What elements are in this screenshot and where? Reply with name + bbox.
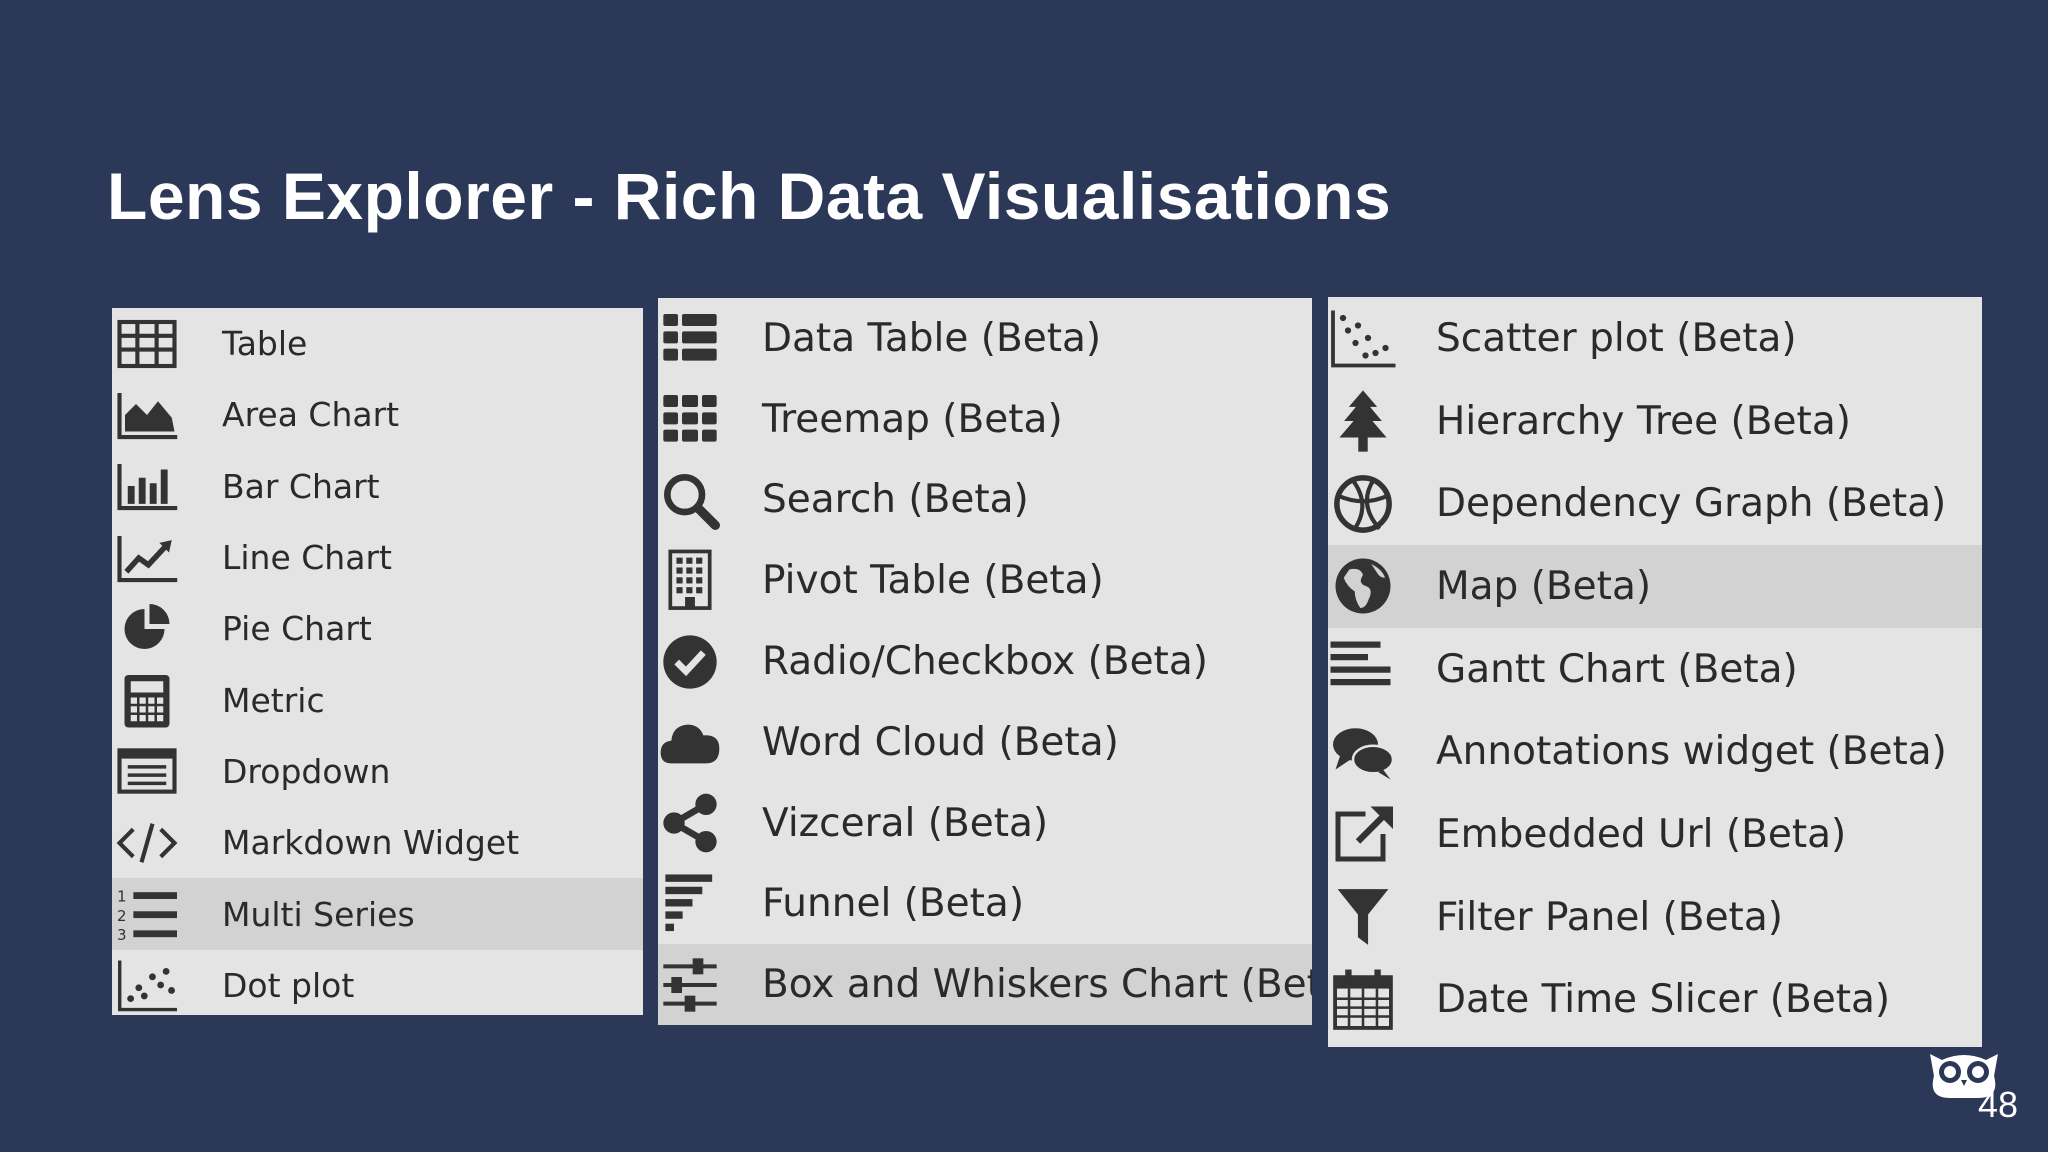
menu-item-label: Search (Beta) — [762, 477, 1029, 523]
menu-item-label: Dot plot — [222, 965, 355, 1005]
globe-icon — [1328, 553, 1398, 619]
menu-item-label: Filter Panel (Beta) — [1436, 894, 1783, 940]
menu-item-label: Bar Chart — [222, 466, 380, 506]
svg-text:3: 3 — [117, 926, 127, 944]
sliders-icon — [658, 953, 722, 1017]
menu-item-funnel-beta[interactable]: Funnel (Beta) — [658, 864, 1312, 945]
svg-text:1: 1 — [117, 888, 127, 906]
menu-item-label: Radio/Checkbox (Beta) — [762, 639, 1208, 685]
funnel-bars-icon — [658, 872, 722, 936]
check-circle-icon — [658, 630, 722, 694]
code-icon — [114, 813, 180, 873]
menu-item-embedded-url-beta[interactable]: Embedded Url (Beta) — [1328, 793, 1982, 876]
menu-item-markdown-widget[interactable]: Markdown Widget — [112, 807, 643, 878]
menu-item-label: Pie Chart — [222, 609, 372, 649]
menu-item-annotations-widget-beta[interactable]: Annotations widget (Beta) — [1328, 710, 1982, 793]
menu-item-scatter-plot-beta[interactable]: Scatter plot (Beta) — [1328, 297, 1982, 380]
data-table-icon — [658, 306, 722, 370]
menu-item-label: Area Chart — [222, 395, 400, 435]
menu-item-box-and-whiskers-chart-beta[interactable]: Box and Whiskers Chart (Beta) — [658, 944, 1312, 1025]
menu-item-table[interactable]: Table — [112, 308, 643, 379]
menu-item-search-beta[interactable]: Search (Beta) — [658, 460, 1312, 541]
dependency-graph-icon — [1328, 471, 1398, 537]
menu-item-line-chart[interactable]: Line Chart — [112, 522, 643, 593]
menu-item-label: Embedded Url (Beta) — [1436, 811, 1847, 857]
menu-item-label: Pivot Table (Beta) — [762, 558, 1104, 604]
menu-item-radio-checkbox-beta[interactable]: Radio/Checkbox (Beta) — [658, 621, 1312, 702]
menu-item-label: Multi Series — [222, 894, 415, 934]
menu-item-area-chart[interactable]: Area Chart — [112, 379, 643, 450]
slide-title: Lens Explorer - Rich Data Visualisations — [107, 159, 1392, 233]
page-number: 48 — [1977, 1084, 2018, 1125]
menu-item-word-cloud-beta[interactable]: Word Cloud (Beta) — [658, 702, 1312, 783]
menu-item-metric[interactable]: Metric — [112, 664, 643, 735]
menu-item-label: Markdown Widget — [222, 823, 520, 863]
table-icon — [114, 314, 180, 374]
menu-item-label: Hierarchy Tree (Beta) — [1436, 398, 1851, 444]
menu-item-label: Treemap (Beta) — [762, 396, 1063, 442]
menu-item-dropdown[interactable]: Dropdown — [112, 736, 643, 807]
bar-chart-icon — [114, 456, 180, 516]
menu-item-vizceral-beta[interactable]: Vizceral (Beta) — [658, 783, 1312, 864]
menu-item-treemap-beta[interactable]: Treemap (Beta) — [658, 379, 1312, 460]
menu-item-label: Table — [222, 324, 308, 364]
menu-item-label: Map (Beta) — [1436, 563, 1652, 609]
search-icon — [658, 468, 722, 532]
gantt-icon — [1328, 636, 1398, 702]
pivot-table-icon — [658, 549, 722, 613]
calculator-icon — [114, 670, 180, 730]
numbered-list-icon: 123 — [114, 884, 180, 944]
menu-item-label: Funnel (Beta) — [762, 881, 1025, 927]
menu-item-label: Vizceral (Beta) — [762, 800, 1049, 846]
cloud-icon — [658, 710, 722, 774]
share-nodes-icon — [658, 791, 722, 855]
menu-item-multi-series[interactable]: 1 2 3 Multi Series — [112, 878, 643, 950]
line-chart-icon — [114, 528, 180, 588]
menu-item-hierarchy-tree-beta[interactable]: Hierarchy Tree (Beta) — [1328, 380, 1982, 463]
menu-item-data-table-beta[interactable]: Data Table (Beta) — [658, 298, 1312, 379]
treemap-icon — [658, 387, 722, 451]
menu-item-label: Date Time Slicer (Beta) — [1436, 977, 1891, 1023]
calendar-icon — [1328, 967, 1398, 1033]
svg-text:2: 2 — [117, 907, 127, 925]
dropdown-list-icon — [114, 741, 180, 801]
menu-item-label: Scatter plot (Beta) — [1436, 315, 1797, 361]
menu-item-gantt-chart-beta[interactable]: Gantt Chart (Beta) — [1328, 628, 1982, 711]
menu-item-filter-panel-beta[interactable]: Filter Panel (Beta) — [1328, 876, 1982, 959]
menu-item-pie-chart[interactable]: Pie Chart — [112, 593, 643, 664]
menu-item-dependency-graph-beta[interactable]: Dependency Graph (Beta) — [1328, 462, 1982, 545]
pie-chart-icon — [114, 599, 180, 659]
visualisation-menu-beta-2: Scatter plot (Beta) Hierarchy Tree (Beta)… — [1328, 297, 1982, 1047]
tree-icon — [1328, 388, 1398, 454]
menu-item-label: Metric — [222, 680, 325, 720]
menu-item-date-time-slicer-beta[interactable]: Date Time Slicer (Beta) — [1328, 959, 1982, 1042]
filter-icon — [1328, 884, 1398, 950]
menu-item-map-beta[interactable]: Map (Beta) — [1328, 545, 1982, 628]
menu-item-dot-plot[interactable]: Dot plot — [112, 950, 643, 1015]
visualisation-menu-basic: Table Area Chart Bar Chart Line Chart Pie Ch… — [112, 308, 643, 1015]
menu-item-label: Line Chart — [222, 538, 392, 578]
menu-item-label: Annotations widget (Beta) — [1436, 729, 1947, 775]
dot-plot-icon — [114, 955, 180, 1015]
comments-icon — [1328, 719, 1398, 785]
menu-item-label: Data Table (Beta) — [762, 315, 1102, 361]
menu-item-label: Gantt Chart (Beta) — [1436, 646, 1798, 692]
menu-item-pivot-table-beta[interactable]: Pivot Table (Beta) — [658, 540, 1312, 621]
menu-item-label: Dropdown — [222, 751, 391, 791]
visualisation-menu-beta-1: Data Table (Beta) Treemap (Beta) Search (B… — [658, 298, 1312, 1025]
scatter-plot-icon — [1328, 305, 1398, 371]
area-chart-icon — [114, 385, 180, 445]
menu-item-label: Dependency Graph (Beta) — [1436, 481, 1947, 527]
external-link-icon — [1328, 801, 1398, 867]
menu-item-label: Word Cloud (Beta) — [762, 719, 1119, 765]
menu-item-label: Box and Whiskers Chart (Beta) — [762, 962, 1312, 1008]
menu-item-bar-chart[interactable]: Bar Chart — [112, 451, 643, 522]
